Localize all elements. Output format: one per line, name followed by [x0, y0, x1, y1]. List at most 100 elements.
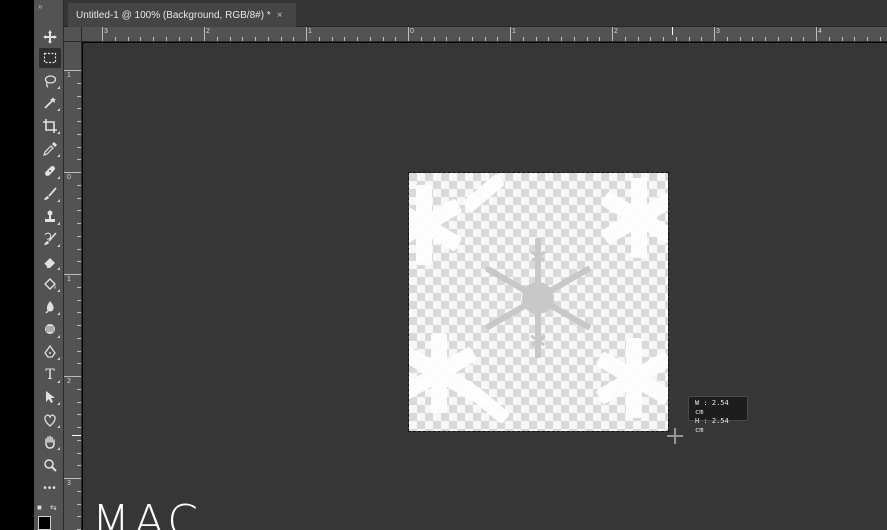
ruler-tick — [77, 235, 81, 237]
history-brush-tool-icon[interactable] — [39, 229, 61, 249]
close-icon[interactable]: × — [277, 10, 283, 21]
crosshair-cursor-icon — [667, 428, 683, 444]
lasso-tool-icon[interactable] — [39, 71, 61, 91]
dodge-tool-icon[interactable] — [39, 320, 61, 340]
ruler-tick — [77, 197, 81, 199]
ruler-tick — [204, 27, 205, 41]
ruler-label: 3 — [67, 480, 71, 487]
ruler-tick — [548, 37, 550, 41]
ruler-tick — [77, 325, 81, 326]
quick-selection-tool-icon[interactable] — [39, 93, 61, 113]
ruler-tick — [752, 37, 754, 41]
document-tab[interactable]: Untitled-1 @ 100% (Background, RGB/8#) *… — [68, 3, 296, 27]
ruler-tick — [127, 37, 129, 41]
ruler-tick — [599, 37, 601, 41]
custom-shape-tool-icon[interactable] — [39, 410, 61, 430]
pen-tool-icon[interactable] — [39, 342, 61, 362]
ruler-tick — [102, 27, 103, 41]
ruler-tick — [624, 37, 626, 41]
width-readout: W : 2.54 cm — [695, 399, 729, 416]
document-canvas[interactable] — [409, 173, 668, 431]
ruler-tick — [293, 37, 295, 41]
ruler-tick — [140, 37, 142, 41]
ruler-tick — [77, 465, 81, 467]
ruler-tick — [77, 184, 81, 186]
ruler-tick — [77, 337, 81, 339]
ruler-tick — [64, 376, 81, 377]
ruler-tick — [675, 37, 677, 41]
ruler-tick — [510, 27, 511, 41]
rectangular-marquee-tool-icon[interactable] — [39, 48, 61, 68]
ruler-cursor-marker — [672, 27, 673, 35]
ruler-label: 0 — [410, 28, 414, 35]
eyedropper-tool-icon[interactable] — [39, 139, 61, 159]
ruler-tick — [77, 427, 81, 428]
ruler-tick — [879, 37, 881, 41]
ruler-tick — [688, 37, 690, 41]
vertical-ruler[interactable]: 1 0 1 2 3 — [64, 42, 82, 530]
ruler-label: 2 — [206, 28, 210, 35]
ruler-tick — [77, 286, 81, 288]
ruler-tick — [191, 37, 193, 41]
ruler-label: 0 — [67, 174, 71, 181]
ruler-tick — [726, 37, 728, 41]
ruler-tick — [77, 248, 81, 250]
ruler-tick — [64, 274, 81, 275]
ruler-tick — [77, 133, 81, 135]
ruler-tick — [77, 159, 81, 161]
brush-tool-icon[interactable] — [39, 184, 61, 204]
zoom-tool-icon[interactable] — [39, 455, 61, 475]
ruler-tick — [77, 516, 81, 518]
ruler-tick — [280, 37, 282, 41]
crop-tool-icon[interactable] — [39, 116, 61, 136]
blur-tool-icon[interactable] — [39, 297, 61, 317]
ruler-label: 1 — [67, 72, 71, 79]
ruler-origin[interactable] — [64, 27, 82, 42]
ruler-label: 4 — [818, 28, 822, 35]
ruler-tick — [77, 121, 81, 122]
ruler-tick — [77, 439, 81, 441]
tools-panel: » T ••• ■ ⇆ — [34, 0, 64, 530]
ruler-tick — [586, 37, 588, 41]
healing-brush-tool-icon[interactable] — [39, 161, 61, 181]
ruler-tick — [64, 172, 81, 173]
more-tools-icon[interactable]: ••• — [39, 478, 61, 498]
ruler-tick — [497, 37, 499, 41]
clone-stamp-tool-icon[interactable] — [39, 207, 61, 227]
ruler-tick — [612, 27, 613, 41]
path-selection-tool-icon[interactable] — [39, 387, 61, 407]
selection-size-tooltip: W : 2.54 cm H : 2.54 cm — [688, 396, 748, 434]
ruler-label: 1 — [512, 28, 516, 35]
watermark-logo: MAC — [92, 498, 222, 530]
ruler-tick — [77, 414, 81, 416]
ruler-tick — [420, 37, 422, 41]
ruler-label: 3 — [104, 28, 108, 35]
ruler-tick — [306, 27, 307, 41]
type-tool-icon[interactable]: T — [39, 365, 61, 385]
toolbar-grip[interactable]: » — [38, 2, 43, 11]
horizontal-ruler[interactable]: 3 2 1 0 1 2 3 4 — [82, 27, 887, 42]
ruler-tick — [114, 37, 116, 41]
ruler-tick — [344, 37, 346, 41]
ruler-tick — [471, 37, 473, 41]
ruler-tick — [318, 37, 320, 41]
hand-tool-icon[interactable] — [39, 432, 61, 452]
ruler-tick — [77, 210, 81, 212]
document-tab-title: Untitled-1 @ 100% (Background, RGB/8#) * — [76, 9, 271, 21]
eraser-tool-icon[interactable] — [39, 252, 61, 272]
paint-bucket-tool-icon[interactable] — [39, 274, 61, 294]
move-tool-icon[interactable] — [39, 27, 61, 47]
ruler-tick — [229, 37, 231, 41]
swap-colors-icon[interactable]: ⇆ — [50, 503, 57, 512]
default-colors-icon[interactable]: ■ — [37, 503, 42, 512]
ruler-tick — [637, 37, 639, 41]
foreground-color-swatch[interactable] — [38, 516, 51, 530]
ruler-tick — [561, 37, 562, 41]
ruler-tick — [64, 70, 81, 71]
ruler-tick — [701, 37, 703, 41]
ruler-tick — [854, 37, 856, 41]
ruler-tick — [663, 37, 664, 41]
ruler-tick — [77, 108, 81, 110]
ruler-tick — [573, 37, 575, 41]
ruler-tick — [77, 401, 81, 403]
